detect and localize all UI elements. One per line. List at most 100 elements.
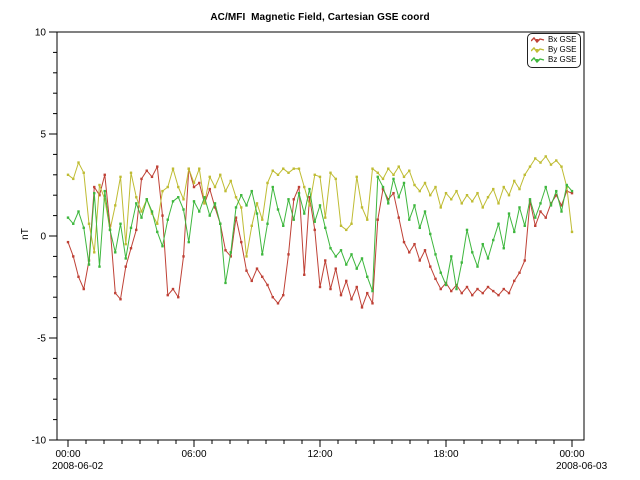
series-marker [182,198,184,200]
x-tick-label: 00:00 [55,449,80,460]
series-marker [403,182,405,184]
series-marker [487,286,489,288]
series-marker [114,251,116,253]
x-axis-start-date: 2008-06-02 [52,461,104,472]
series-marker [398,196,400,198]
series-marker [461,202,463,204]
series-marker [371,290,373,292]
series-marker [240,241,242,243]
series-marker [419,227,421,229]
series-marker [193,200,195,202]
series-marker [314,221,316,223]
x-tick-label: 06:00 [181,449,206,460]
series-marker [125,257,127,259]
series-marker [340,294,342,296]
series-marker [518,206,520,208]
series-marker [340,249,342,251]
series-marker [398,165,400,167]
series-marker [272,186,274,188]
series-marker [560,210,562,212]
series-marker [529,165,531,167]
series-marker [492,239,494,241]
series-marker [534,157,536,159]
series-marker [413,204,415,206]
series-marker [571,192,573,194]
series-marker [434,186,436,188]
series-marker [487,257,489,259]
series-marker [146,170,148,172]
series-marker [287,172,289,174]
series-marker [560,165,562,167]
series-marker [245,204,247,206]
series-marker [282,294,284,296]
series-marker [77,210,79,212]
series-marker [345,229,347,231]
series-marker [466,286,468,288]
series-marker [167,218,169,220]
x-tick-label: 12:00 [307,449,332,460]
series-marker [482,206,484,208]
series-marker [524,174,526,176]
series-marker [461,292,463,294]
series-marker [119,298,121,300]
series-marker [177,196,179,198]
series-marker [492,290,494,292]
series-marker [366,276,368,278]
series-marker [235,206,237,208]
y-tick-label: 5 [40,130,46,141]
series-marker [476,288,478,290]
series-marker [571,190,573,192]
series-marker [209,214,211,216]
series-marker [377,176,379,178]
series-marker [329,247,331,249]
y-tick-label: -10 [32,436,47,447]
series-marker [503,288,505,290]
series-marker [471,251,473,253]
y-tick-label: 10 [35,28,47,39]
series-marker [156,165,158,167]
series-marker [371,167,373,169]
series-marker [398,216,400,218]
series-marker [424,210,426,212]
series-marker [497,202,499,204]
series-marker [72,178,74,180]
series-marker [571,231,573,233]
series-marker [450,198,452,200]
series-marker [98,184,100,186]
series-marker [130,227,132,229]
legend-line-icon [531,36,545,44]
series-marker [266,182,268,184]
series-marker [419,259,421,261]
series-marker [277,302,279,304]
series-marker [193,182,195,184]
series-marker [440,272,442,274]
series-marker [434,278,436,280]
series-marker [293,198,295,200]
series-marker [518,188,520,190]
series-marker [251,280,253,282]
series-marker [539,202,541,204]
series-marker [382,186,384,188]
series-marker [104,190,106,192]
series-marker [177,186,179,188]
series-marker [482,243,484,245]
series-marker [403,176,405,178]
series-marker [245,255,247,257]
series-marker [245,269,247,271]
series-marker [387,167,389,169]
series-marker [272,296,274,298]
chart: AC/MFI Magnetic Field, Cartesian GSE coo… [0,0,640,480]
series-marker [461,261,463,263]
series-marker [198,182,200,184]
series-marker [324,259,326,261]
series-marker [539,161,541,163]
series-marker [140,210,142,212]
series-marker [161,245,163,247]
series-marker [350,223,352,225]
series-marker [219,174,221,176]
series-marker [466,194,468,196]
series-marker [67,241,69,243]
legend-item-label: Bx GSE [548,35,576,45]
series-marker [135,196,137,198]
series-marker [314,174,316,176]
